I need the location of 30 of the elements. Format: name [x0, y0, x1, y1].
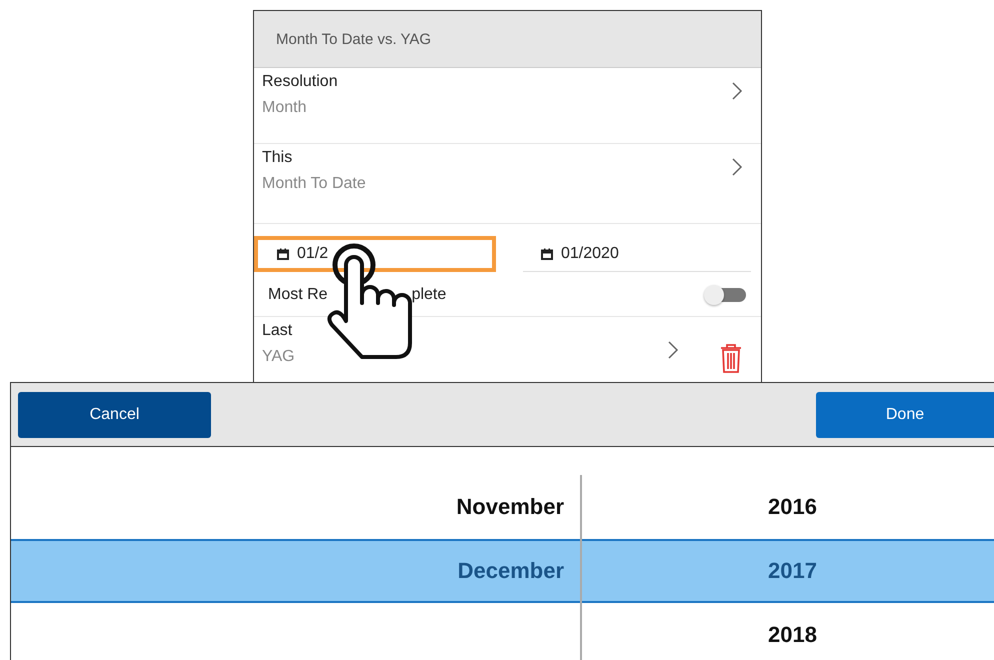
trash-icon[interactable]	[719, 342, 743, 374]
year-option[interactable]: 2017	[582, 539, 994, 603]
option-row[interactable]: Last YAG	[254, 317, 761, 382]
date-value: 01/2	[297, 244, 330, 262]
calendar-icon	[541, 248, 553, 260]
option-row[interactable]: This Month To Date	[254, 144, 761, 224]
chevron-right-icon	[731, 157, 743, 177]
done-button[interactable]: Done	[816, 392, 994, 438]
option-label: This	[262, 149, 294, 167]
chevron-right-icon	[667, 340, 679, 360]
year-option[interactable]: 2016	[582, 475, 994, 539]
option-row[interactable]: Resolution Month	[254, 68, 761, 144]
year-option[interactable]: 2018	[582, 603, 994, 660]
toggle-switch[interactable]	[706, 288, 746, 302]
option-value: Month	[262, 99, 308, 117]
month-option[interactable]: December	[11, 539, 580, 603]
cancel-button[interactable]: Cancel	[18, 392, 211, 438]
option-value: Month To Date	[262, 175, 366, 193]
calendar-icon	[277, 248, 289, 260]
date-value: 01/2020	[561, 244, 620, 262]
date-field[interactable]: 01/2	[254, 236, 496, 272]
panel-title: Month To Date vs. YAG	[254, 11, 761, 68]
option-value: YAG	[262, 348, 295, 366]
toggle-label: Most Re	[268, 286, 328, 304]
chevron-right-icon	[731, 81, 743, 101]
date-field[interactable]: 01/2020	[523, 236, 751, 272]
option-label: Last	[262, 322, 294, 340]
option-label: Resolution	[262, 73, 338, 91]
month-option[interactable]: November	[11, 475, 580, 539]
toggle-label: plete	[412, 286, 446, 304]
